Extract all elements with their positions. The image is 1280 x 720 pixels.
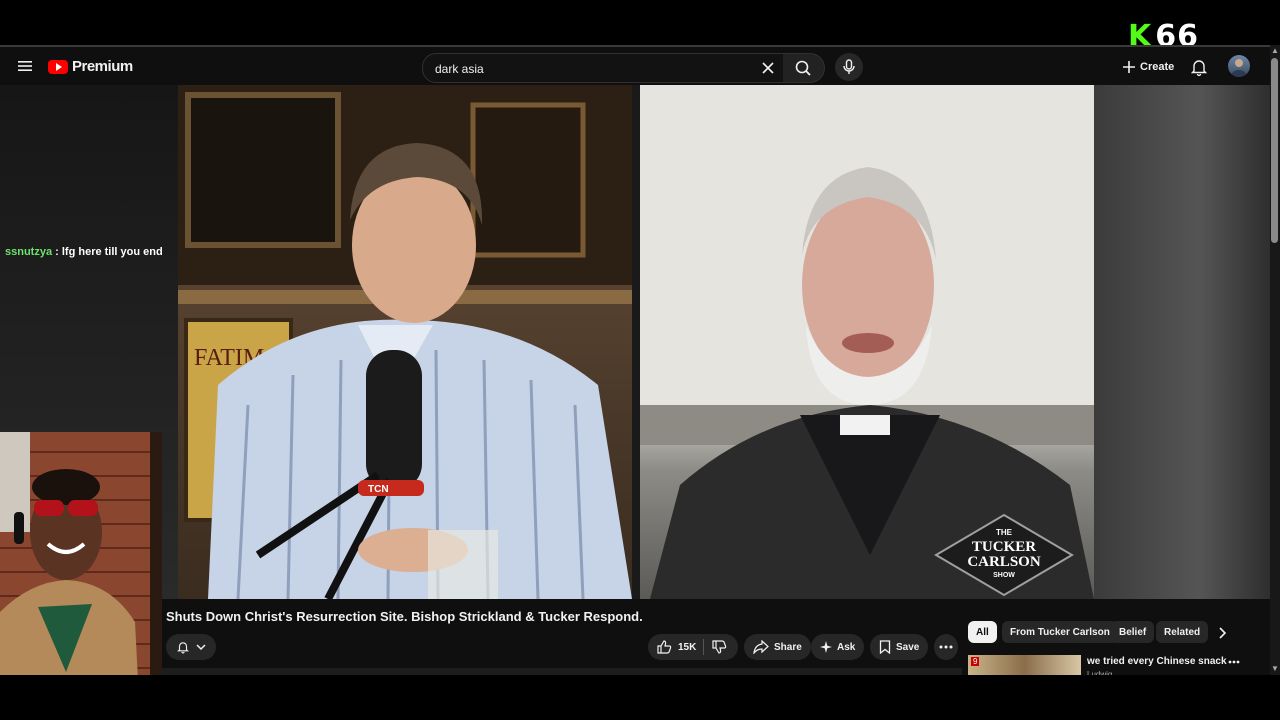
chat-separator: : [52, 246, 62, 258]
microphone-icon [843, 59, 855, 74]
notifications-button[interactable] [1189, 57, 1209, 77]
clear-search-icon[interactable] [759, 59, 777, 77]
chip-all[interactable]: All [968, 621, 997, 643]
watermark-line4: SHOW [993, 572, 1015, 579]
video-title: Shuts Down Christ's Resurrection Site. B… [166, 609, 643, 624]
masthead: Premium Create [0, 45, 1270, 87]
share-label: Share [774, 641, 802, 653]
thumbnail-badge: 9 [971, 657, 980, 666]
watermark-line3: CARLSON [967, 554, 1041, 570]
recommendation-thumbnail[interactable] [968, 655, 1081, 675]
recommendation-more-button[interactable] [1227, 654, 1241, 670]
thumbs-up-icon [657, 640, 672, 654]
guest-scene-illustration: THE TUCKER CARLSON SHOW [640, 85, 1094, 599]
watermark-line2: TUCKER [972, 539, 1036, 555]
chat-text: lfg here till you end [61, 246, 163, 258]
like-dislike-group: 15K [648, 634, 738, 660]
scroll-up-arrow-icon[interactable]: ▲ [1271, 46, 1279, 55]
scroll-down-arrow-icon[interactable]: ▼ [1271, 664, 1279, 673]
description-box-edge [162, 668, 962, 675]
search-box [422, 53, 784, 84]
ask-button[interactable]: Ask [811, 634, 865, 660]
scrollbar-thumb[interactable] [1271, 58, 1278, 243]
sparkle-icon [820, 641, 832, 653]
bell-icon [177, 642, 189, 654]
host-scene-illustration: FATIMA TCN [178, 85, 632, 599]
like-count: 15K [678, 641, 697, 653]
voice-search-button[interactable] [835, 53, 863, 81]
bell-icon [1190, 60, 1208, 77]
recommendation-title[interactable]: we tried every Chinese snack [1087, 656, 1227, 667]
more-vertical-icon [1228, 660, 1240, 664]
mic-flag-text: TCN [368, 484, 389, 495]
like-button[interactable]: 15K [656, 634, 696, 660]
chevron-down-icon [196, 644, 206, 651]
chevron-right-icon [1219, 627, 1227, 639]
video-frame-guest: THE TUCKER CARLSON SHOW [640, 85, 1094, 599]
ask-label: Ask [837, 641, 856, 653]
chips-next-button[interactable] [1212, 623, 1232, 643]
account-avatar[interactable] [1228, 55, 1250, 77]
youtube-premium-logo[interactable]: Premium [48, 58, 133, 75]
save-label: Save [896, 641, 920, 653]
save-button[interactable]: Save [870, 634, 929, 660]
chat-username: ssnutzya [5, 246, 53, 258]
avatar-icon [1231, 59, 1247, 77]
share-icon [753, 640, 769, 654]
video-frame-host: FATIMA TCN [178, 85, 632, 599]
subscription-notifications-button[interactable] [166, 634, 216, 660]
search-icon [795, 60, 811, 76]
bottom-letterbox [0, 675, 1280, 720]
chip-related[interactable]: Related [1156, 621, 1209, 643]
chat-message: ssnutzya : lfg here till you end [5, 246, 163, 258]
youtube-play-icon [48, 59, 68, 74]
share-button[interactable]: Share [744, 634, 811, 660]
like-divider [703, 639, 704, 655]
watermark-line1: THE [996, 528, 1013, 537]
more-actions-button[interactable] [934, 634, 958, 660]
menu-button[interactable] [14, 55, 36, 77]
create-button[interactable]: Create [1122, 55, 1174, 79]
create-label: Create [1140, 61, 1175, 73]
plus-icon [1123, 61, 1135, 73]
bookmark-icon [879, 640, 891, 654]
more-horizontal-icon [939, 645, 953, 649]
thumbs-down-icon[interactable] [710, 639, 728, 655]
top-letterbox [0, 0, 1280, 45]
chip-from-tucker-carlson[interactable]: From Tucker Carlson [1002, 621, 1118, 643]
hamburger-icon [18, 61, 32, 71]
video-right-backdrop [1094, 85, 1270, 599]
search-input[interactable] [433, 54, 757, 84]
chip-belief[interactable]: Belief [1111, 621, 1155, 643]
brand-label: Premium [72, 58, 133, 75]
search-button[interactable] [783, 53, 825, 83]
